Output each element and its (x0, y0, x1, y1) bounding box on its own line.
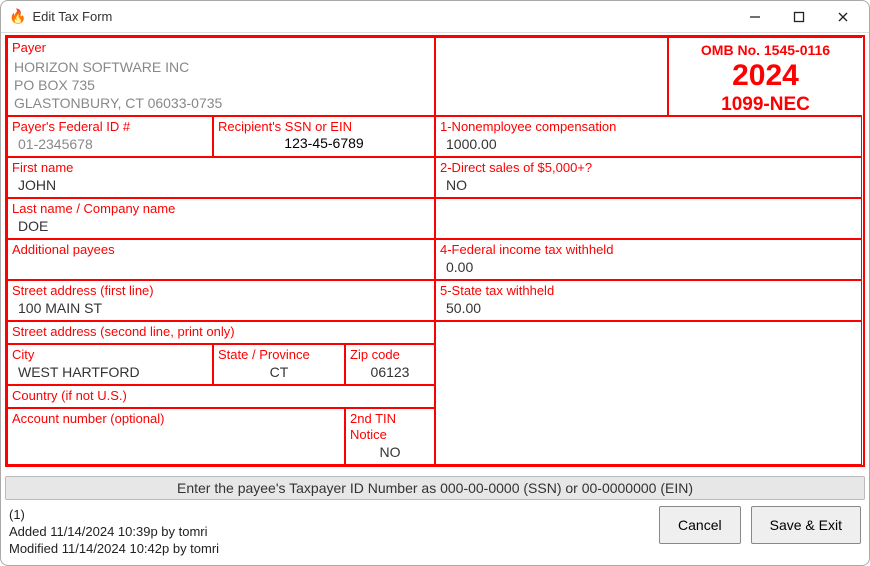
additional-payees[interactable]: Additional payees (7, 239, 435, 280)
omb-block: OMB No. 1545-0116 2024 1099-NEC (667, 38, 862, 115)
hint-bar: Enter the payee's Taxpayer ID Number as … (5, 476, 865, 500)
payer-name: HORIZON SOFTWARE INC (14, 58, 430, 76)
field-label: 5-State tax withheld (440, 283, 857, 299)
app-icon: 🔥 (9, 8, 26, 25)
street-address-1[interactable]: Street address (first line) 100 MAIN ST (7, 280, 435, 321)
first-name[interactable]: First name JOHN (7, 157, 435, 198)
field-label: 4-Federal income tax withheld (440, 242, 857, 258)
header-right: OMB No. 1545-0116 2024 1099-NEC (435, 37, 862, 116)
field-label: Street address (second line, print only) (12, 324, 430, 340)
field-label: Country (if not U.S.) (12, 388, 430, 404)
record-metadata: (1) Added 11/14/2024 10:39p by tomri Mod… (9, 506, 649, 557)
street-address-2[interactable]: Street address (second line, print only) (7, 321, 435, 344)
field-label: 2nd TIN Notice (350, 411, 430, 443)
payer-block[interactable]: Payer HORIZON SOFTWARE INC PO BOX 735 GL… (7, 37, 435, 116)
close-button[interactable] (821, 3, 865, 31)
payer-label: Payer (12, 40, 430, 56)
hint-text: Enter the payee's Taxpayer ID Number as … (177, 480, 693, 496)
record-count: (1) (9, 506, 649, 523)
omb-number: OMB No. 1545-0116 (675, 42, 856, 58)
field-value: NO (440, 176, 857, 194)
zip-code[interactable]: Zip code 06123 (345, 344, 435, 385)
tax-form-grid: Payer HORIZON SOFTWARE INC PO BOX 735 GL… (5, 35, 865, 467)
blank-right (435, 321, 862, 465)
field-label: City (12, 347, 208, 363)
payer-info: HORIZON SOFTWARE INC PO BOX 735 GLASTONB… (12, 56, 430, 112)
city[interactable]: City WEST HARTFORD (7, 344, 213, 385)
blank-cell (435, 198, 862, 239)
field-value: 0.00 (440, 258, 857, 276)
field-label: Account number (optional) (12, 411, 340, 427)
footer: (1) Added 11/14/2024 10:39p by tomri Mod… (1, 500, 869, 565)
maximize-button[interactable] (777, 3, 821, 31)
field-value: 06123 (350, 363, 430, 381)
box-1-nonemployee-comp[interactable]: 1-Nonemployee compensation 1000.00 (435, 116, 862, 157)
box-5-state-tax-withheld[interactable]: 5-State tax withheld 50.00 (435, 280, 862, 321)
box-2-direct-sales[interactable]: 2-Direct sales of $5,000+? NO (435, 157, 862, 198)
field-value: CT (218, 363, 340, 381)
second-tin-notice[interactable]: 2nd TIN Notice NO (345, 408, 435, 465)
window-title: Edit Tax Form (32, 9, 733, 24)
record-modified: Modified 11/14/2024 10:42p by tomri (9, 540, 649, 557)
field-label: Last name / Company name (12, 201, 430, 217)
payer-federal-id[interactable]: Payer's Federal ID # 01-2345678 (7, 116, 213, 157)
field-label: 2-Direct sales of $5,000+? (440, 160, 857, 176)
field-value: NO (350, 443, 430, 461)
field-label: Street address (first line) (12, 283, 430, 299)
titlebar: 🔥 Edit Tax Form (1, 1, 869, 33)
country[interactable]: Country (if not U.S.) (7, 385, 435, 408)
account-number[interactable]: Account number (optional) (7, 408, 345, 465)
field-value: JOHN (12, 176, 430, 194)
box-4-fed-tax-withheld[interactable]: 4-Federal income tax withheld 0.00 (435, 239, 862, 280)
record-added: Added 11/14/2024 10:39p by tomri (9, 523, 649, 540)
window: 🔥 Edit Tax Form Payer HORIZON SOFTWARE I… (0, 0, 870, 566)
field-value: 01-2345678 (12, 135, 208, 153)
field-label: First name (12, 160, 430, 176)
cancel-button[interactable]: Cancel (659, 506, 741, 544)
recipient-ssn-ein[interactable]: Recipient's SSN or EIN (213, 116, 435, 157)
field-value: 50.00 (440, 299, 857, 317)
field-label: Additional payees (12, 242, 430, 258)
save-exit-button[interactable]: Save & Exit (751, 506, 861, 544)
form-area: Payer HORIZON SOFTWARE INC PO BOX 735 GL… (1, 33, 869, 473)
last-name[interactable]: Last name / Company name DOE (7, 198, 435, 239)
tax-year: 2024 (675, 60, 856, 92)
payer-addr1: PO BOX 735 (14, 76, 430, 94)
field-label: 1-Nonemployee compensation (440, 119, 857, 135)
ssn-input[interactable] (218, 135, 430, 151)
field-label: Zip code (350, 347, 430, 363)
minimize-button[interactable] (733, 3, 777, 31)
payer-addr2: GLASTONBURY, CT 06033-0735 (14, 94, 430, 112)
state[interactable]: State / Province CT (213, 344, 345, 385)
field-label: Payer's Federal ID # (12, 119, 208, 135)
field-value: DOE (12, 217, 430, 235)
field-value: WEST HARTFORD (12, 363, 208, 381)
field-value: 100 MAIN ST (12, 299, 430, 317)
field-label: Recipient's SSN or EIN (218, 119, 430, 135)
field-value: 1000.00 (440, 135, 857, 153)
form-type: 1099-NEC (675, 94, 856, 116)
field-label: State / Province (218, 347, 340, 363)
